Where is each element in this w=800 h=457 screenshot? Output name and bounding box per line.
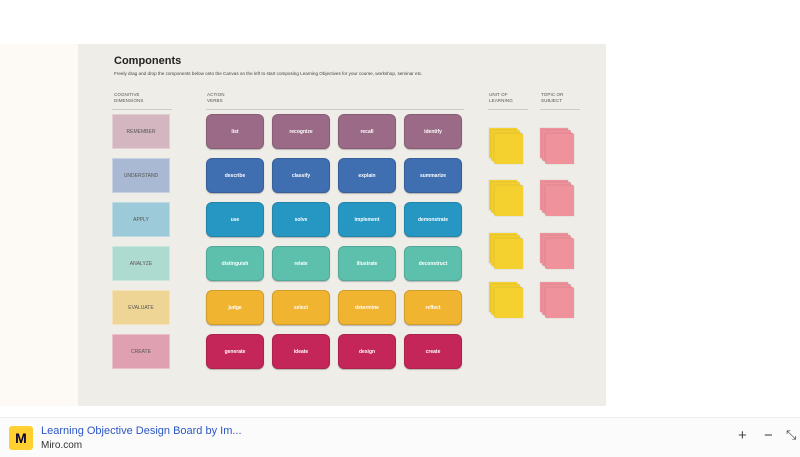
column-header-action: ACTION VERBS — [207, 92, 225, 104]
topic-sticky-stack[interactable] — [540, 180, 574, 218]
unit-sticky-stack[interactable] — [489, 233, 523, 271]
fullscreen-icon[interactable]: ⤡ — [786, 427, 796, 443]
column-header-topic: TOPIC OR SUBJECT — [541, 92, 563, 104]
column-divider — [206, 109, 464, 110]
verb-card[interactable]: demonstrate — [404, 202, 462, 237]
column-divider — [112, 109, 172, 110]
verb-card[interactable]: determine — [338, 290, 396, 325]
verb-card[interactable]: deconstruct — [404, 246, 462, 281]
sticky-note — [546, 288, 574, 319]
components-board: Components Freely drag and drop the comp… — [78, 44, 606, 406]
column-header-line: SUBJECT — [541, 98, 563, 103]
dimension-card[interactable]: UNDERSTAND — [112, 158, 170, 193]
verb-card[interactable]: identify — [404, 114, 462, 149]
verb-card[interactable]: judge — [206, 290, 264, 325]
dimension-card[interactable]: APPLY — [112, 202, 170, 237]
verb-card[interactable]: relate — [272, 246, 330, 281]
verb-card[interactable]: recall — [338, 114, 396, 149]
verb-card[interactable]: select — [272, 290, 330, 325]
topic-sticky-stack[interactable] — [540, 128, 574, 166]
topic-sticky-stack[interactable] — [540, 282, 574, 320]
verb-card[interactable]: list — [206, 114, 264, 149]
unit-sticky-stack[interactable] — [489, 282, 523, 320]
sticky-note — [546, 134, 574, 165]
sticky-note — [495, 186, 523, 217]
dimension-card[interactable]: REMEMBER — [112, 114, 170, 149]
verb-card[interactable]: classify — [272, 158, 330, 193]
board-title: Components — [114, 55, 182, 67]
miro-logo: M — [9, 426, 33, 450]
canvas-left-area — [0, 44, 78, 406]
zoom-out-button[interactable]: − — [764, 427, 773, 444]
column-header-unit: UNIT OF LEARNING — [489, 92, 513, 104]
sticky-note — [495, 134, 523, 165]
sticky-note — [495, 288, 523, 319]
dimension-card[interactable]: EVALUATE — [112, 290, 170, 325]
column-header-line: VERBS — [207, 98, 223, 103]
verb-card[interactable]: explain — [338, 158, 396, 193]
column-header-line: DIMENSIONS — [114, 98, 144, 103]
sticky-note — [546, 186, 574, 217]
verb-card[interactable]: recognize — [272, 114, 330, 149]
topic-sticky-stack[interactable] — [540, 233, 574, 271]
column-divider — [540, 109, 580, 110]
verb-card[interactable]: solve — [272, 202, 330, 237]
unit-sticky-stack[interactable] — [489, 128, 523, 166]
zoom-in-button[interactable]: + — [738, 427, 747, 444]
verb-card[interactable]: generate — [206, 334, 264, 369]
unit-sticky-stack[interactable] — [489, 180, 523, 218]
sticky-note — [546, 239, 574, 270]
verb-card[interactable]: summarize — [404, 158, 462, 193]
board-link[interactable]: Learning Objective Design Board by Im... — [41, 425, 242, 437]
dimension-card[interactable]: CREATE — [112, 334, 170, 369]
board-subtitle: Freely drag and drop the components belo… — [114, 71, 423, 76]
column-header-cognitive: COGNITIVE DIMENSIONS — [114, 92, 144, 104]
verb-card[interactable]: use — [206, 202, 264, 237]
source-label: Miro.com — [41, 440, 83, 451]
verb-card[interactable]: ideate — [272, 334, 330, 369]
verb-card[interactable]: design — [338, 334, 396, 369]
verb-card[interactable]: implement — [338, 202, 396, 237]
sticky-note — [495, 239, 523, 270]
column-divider — [488, 109, 528, 110]
verb-card[interactable]: describe — [206, 158, 264, 193]
embed-footer: M Learning Objective Design Board by Im.… — [0, 417, 800, 457]
verb-card[interactable]: distinguish — [206, 246, 264, 281]
verb-card[interactable]: create — [404, 334, 462, 369]
verb-card[interactable]: illustrate — [338, 246, 396, 281]
column-header-line: LEARNING — [489, 98, 513, 103]
dimension-card[interactable]: ANALYZE — [112, 246, 170, 281]
verb-card[interactable]: reflect — [404, 290, 462, 325]
